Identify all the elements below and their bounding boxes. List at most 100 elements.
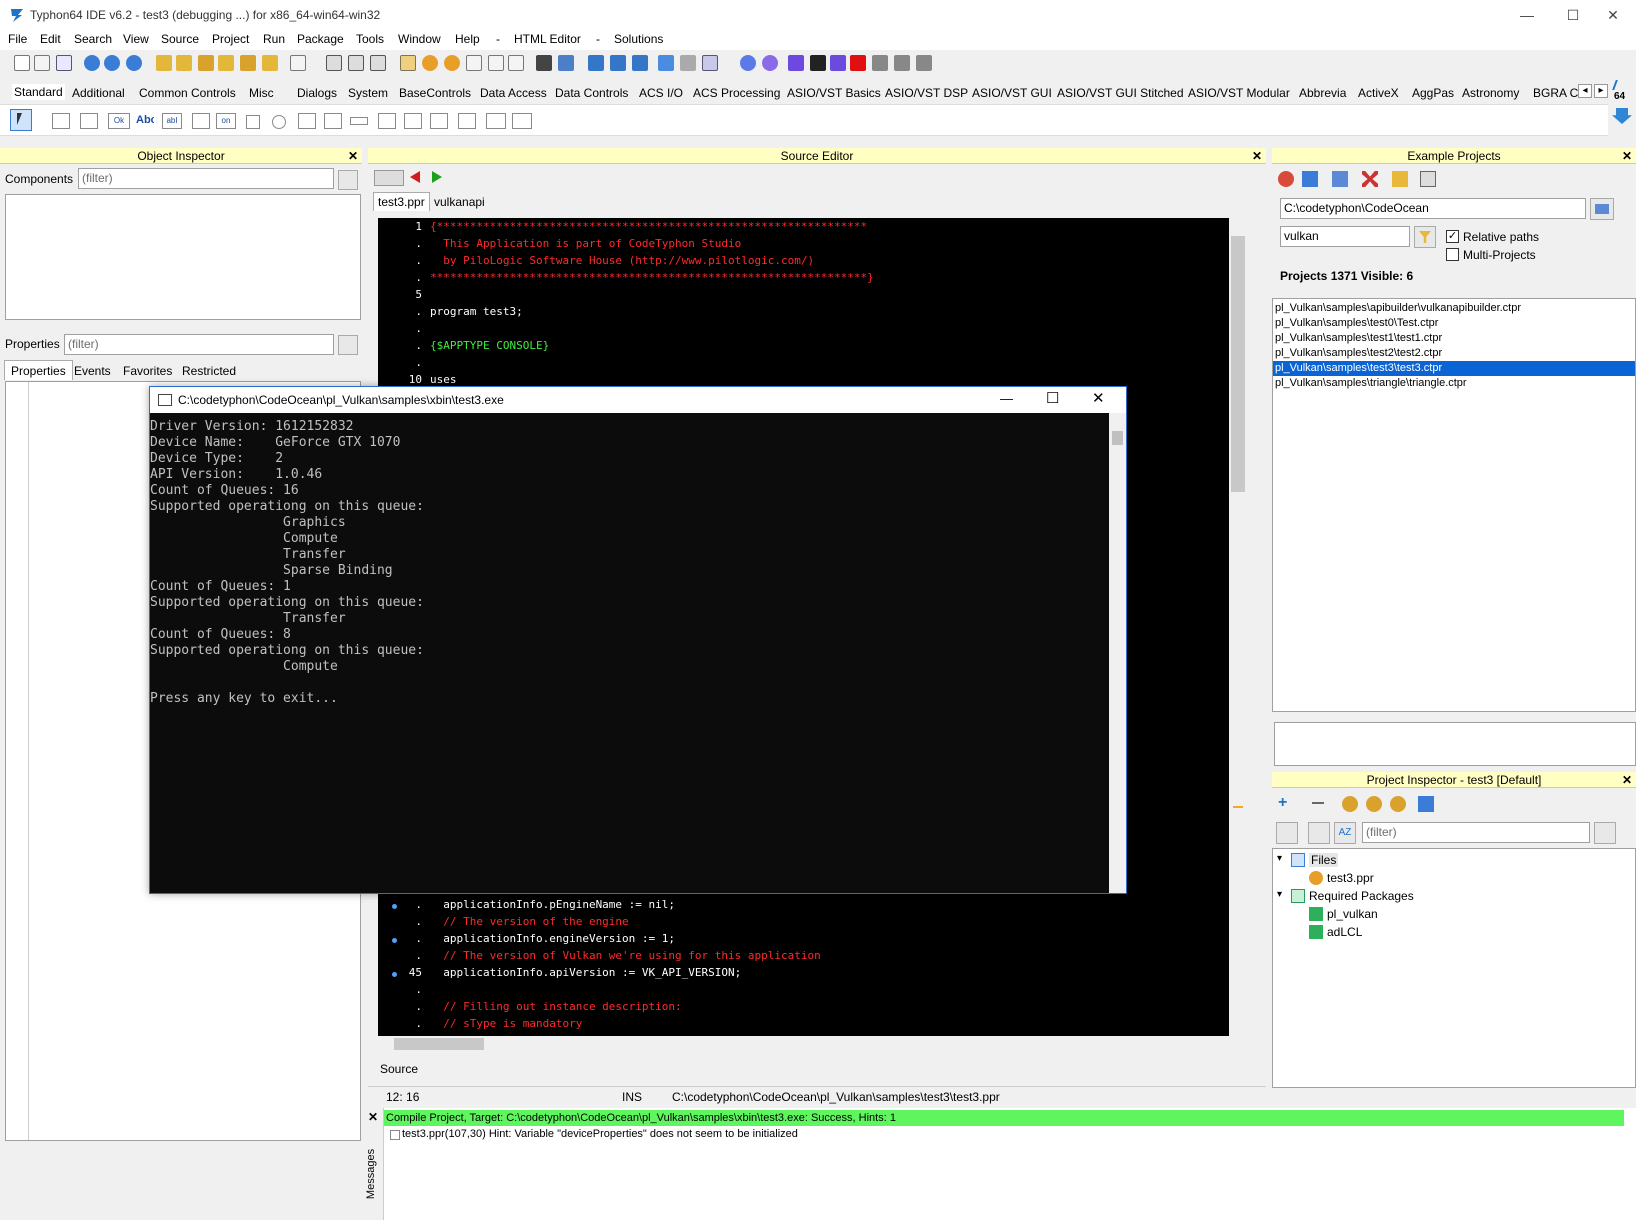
clear-filter-icon[interactable]	[338, 335, 358, 355]
package-graph-icon[interactable]	[262, 55, 278, 71]
find-icon[interactable]	[126, 55, 142, 71]
sort-alpha-icon[interactable]: AZ	[1334, 822, 1356, 844]
code-line[interactable]: // Filling out instance description:	[430, 1000, 681, 1013]
console-output[interactable]: Driver Version: 1612152832 Device Name: G…	[150, 413, 1109, 893]
menu-html-editor[interactable]: HTML Editor	[514, 32, 581, 46]
required-packages-node[interactable]: Required Packages	[1309, 889, 1414, 903]
tgroupbox-icon[interactable]	[378, 113, 396, 129]
tlistbox-icon[interactable]	[298, 113, 316, 129]
add-icon[interactable]: +	[1278, 795, 1292, 811]
project-list-item[interactable]: pl_Vulkan\samples\test1\test1.ctpr	[1275, 331, 1442, 346]
save-all-icon[interactable]	[348, 55, 364, 71]
menu-run[interactable]: Run	[263, 32, 285, 46]
new-form-icon[interactable]	[34, 55, 50, 71]
palette-scroll-right-button[interactable]: ▸	[1594, 84, 1608, 98]
project-list-item[interactable]: pl_Vulkan\samples\test3\test3.ctpr	[1273, 361, 1635, 376]
chevron-down-icon[interactable]: ▾	[1277, 889, 1282, 900]
menu-help[interactable]: Help	[455, 32, 480, 46]
chevron-down-icon[interactable]: ▾	[1277, 853, 1282, 864]
console-close-button[interactable]: ✕	[1092, 389, 1105, 407]
project-list-item[interactable]: pl_Vulkan\samples\apibuilder\vulkanapibu…	[1275, 301, 1521, 316]
palette-tab-common-controls[interactable]: Common Controls	[139, 86, 236, 100]
new-unit-icon[interactable]	[56, 55, 72, 71]
open-project-icon[interactable]	[1302, 171, 1318, 187]
editor-options-dropdown-icon[interactable]	[374, 170, 404, 186]
palette-tab-asio-vst-dsp[interactable]: ASIO/VST DSP	[885, 86, 968, 100]
close-icon[interactable]: ✕	[368, 1110, 378, 1124]
step-over-icon[interactable]	[894, 55, 910, 71]
toggle-form-icon[interactable]	[422, 55, 438, 71]
palette-tab-bgra[interactable]: BGRA C	[1533, 86, 1579, 100]
palette-tab-astronomy[interactable]: Astronomy	[1462, 86, 1519, 100]
stop-icon[interactable]	[850, 55, 866, 71]
code-line[interactable]: ****************************************…	[430, 271, 874, 284]
view-units-icon[interactable]	[444, 55, 460, 71]
binoculars-icon[interactable]	[536, 55, 552, 71]
package-options-icon[interactable]	[1390, 796, 1406, 812]
debug-gear-icon[interactable]	[740, 55, 756, 71]
tradiogroup-icon[interactable]	[404, 113, 422, 129]
palette-tab-aggpas[interactable]: AggPas	[1412, 86, 1454, 100]
tradiobutton-icon[interactable]	[272, 115, 286, 129]
component-tree[interactable]	[5, 194, 361, 320]
run-icon[interactable]	[788, 55, 804, 71]
compile-package-icon[interactable]	[1342, 796, 1358, 812]
console-maximize-button[interactable]: ☐	[1046, 389, 1059, 407]
tcheckgroup-icon[interactable]	[430, 113, 448, 129]
step-out-icon[interactable]	[916, 55, 932, 71]
minimize-button[interactable]: —	[1504, 0, 1550, 30]
paste-icon[interactable]	[508, 55, 524, 71]
menu-solutions[interactable]: Solutions	[614, 32, 663, 46]
code-line[interactable]: // The version of Vulkan we're using for…	[430, 949, 821, 962]
open-icon[interactable]	[84, 55, 100, 71]
build-all-icon[interactable]	[610, 55, 626, 71]
menu-tools[interactable]: Tools	[356, 32, 384, 46]
install-package-icon[interactable]	[1366, 796, 1382, 812]
console-scrollbar[interactable]	[1109, 413, 1126, 893]
multi-projects-checkbox[interactable]	[1446, 248, 1459, 261]
package-node[interactable]: adLCL	[1327, 925, 1362, 939]
compile-icon[interactable]	[632, 55, 648, 71]
project-inspector-filter[interactable]: (filter)	[1362, 822, 1590, 843]
project-options-icon[interactable]	[400, 55, 416, 71]
view-forms-icon[interactable]	[466, 55, 482, 71]
remove-icon[interactable]	[1312, 802, 1324, 804]
compile-success-message[interactable]: Compile Project, Target: C:\codetyphon\C…	[384, 1110, 1624, 1126]
close-icon[interactable]: ✕	[1622, 148, 1632, 164]
replace-icon[interactable]	[558, 55, 574, 71]
palette-tab-additional[interactable]: Additional	[72, 86, 125, 100]
code-line[interactable]: by PiloLogic Software House (http://www.…	[430, 254, 814, 267]
menu-source[interactable]: Source	[161, 32, 199, 46]
palette-tab-acs-processing[interactable]: ACS Processing	[693, 86, 780, 100]
palette-tab-asio-vst-modular[interactable]: ASIO/VST Modular	[1188, 86, 1290, 100]
selection-pointer-icon[interactable]	[10, 109, 32, 131]
show-tree-icon[interactable]	[1308, 822, 1330, 844]
components-filter-input[interactable]: (filter)	[78, 168, 334, 189]
wave-icon[interactable]	[658, 55, 674, 71]
palette-tab-standard[interactable]: Standard	[12, 84, 65, 100]
files-node[interactable]: Files	[1309, 853, 1339, 867]
code-line[interactable]: // sType is mandatory	[430, 1017, 582, 1030]
close-icon[interactable]: ✕	[1622, 772, 1632, 788]
projects-path-input[interactable]: C:\codetyphon\CodeOcean	[1280, 198, 1586, 219]
copy-project-icon[interactable]	[1332, 171, 1348, 187]
relative-paths-checkbox[interactable]: ✓	[1446, 230, 1459, 243]
palette-tab-acs-io[interactable]: ACS I/O	[639, 86, 683, 100]
menu-window[interactable]: Window	[398, 32, 441, 46]
code-line[interactable]: applicationInfo.pEngineName := nil;	[430, 898, 675, 911]
copy-icon[interactable]	[488, 55, 504, 71]
code-line[interactable]: applicationInfo.engineVersion := 1;	[430, 932, 675, 945]
tscrollbar-icon[interactable]	[350, 117, 368, 125]
menu-project[interactable]: Project	[212, 32, 249, 46]
tcombobox-icon[interactable]	[324, 113, 342, 129]
pause-icon[interactable]	[830, 55, 846, 71]
tcheckbox-icon[interactable]	[246, 115, 260, 129]
package-node[interactable]: pl_vulkan	[1327, 907, 1378, 921]
code-line[interactable]: // The version of the engine	[430, 915, 628, 928]
package-open-icon[interactable]	[156, 55, 172, 71]
close-all-icon[interactable]	[370, 55, 386, 71]
palette-tab-asio-vst-gui-stitched[interactable]: ASIO/VST GUI Stitched	[1057, 86, 1184, 100]
package-options-icon[interactable]	[240, 55, 256, 71]
package-build-icon[interactable]	[198, 55, 214, 71]
tactionlist-icon[interactable]	[512, 113, 532, 129]
